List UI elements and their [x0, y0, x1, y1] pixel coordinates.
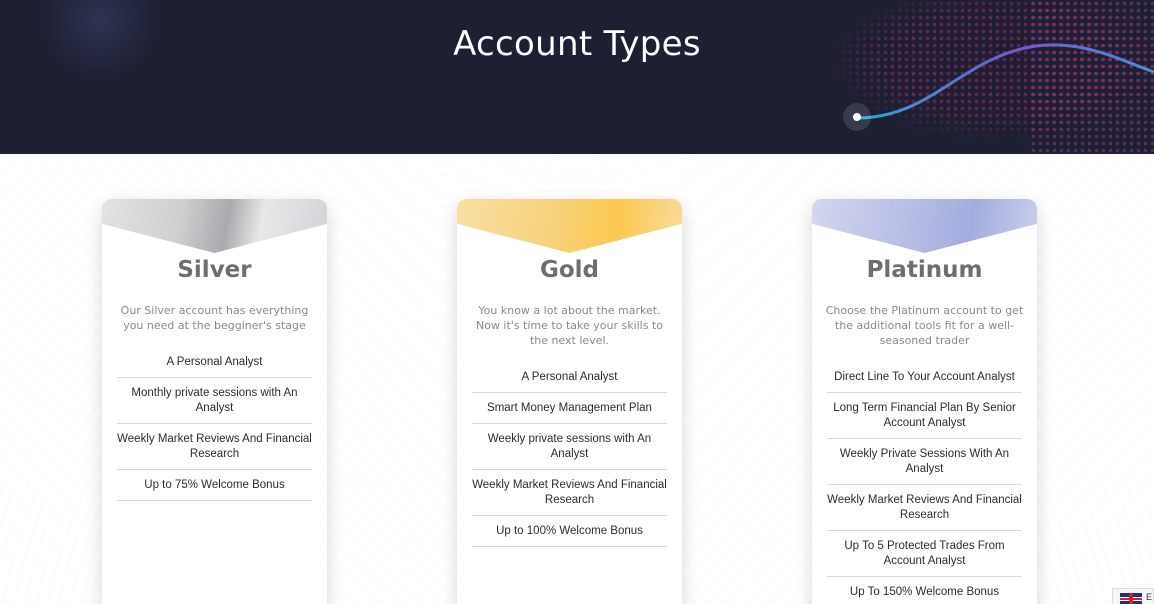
card-title: Platinum	[866, 257, 983, 283]
feature-item: Smart Money Management Plan	[472, 393, 667, 424]
language-selector[interactable]: E	[1112, 588, 1154, 604]
platinum-account-card: Platinum Choose the Platinum account to …	[812, 199, 1037, 604]
feature-item: Up to 100% Welcome Bonus	[472, 516, 667, 547]
card-description: Our Silver account has everything you ne…	[120, 304, 309, 332]
language-code: E	[1146, 592, 1153, 602]
card-description: You know a lot about the market. Now it'…	[475, 304, 664, 347]
feature-item: Monthly private sessions with An Analyst	[117, 378, 312, 424]
feature-list: A Personal Analyst Smart Money Managemen…	[472, 362, 667, 547]
feature-list: Direct Line To Your Account Analyst Long…	[827, 362, 1022, 604]
card-title: Gold	[539, 257, 600, 283]
gold-account-card: Gold You know a lot about the market. No…	[457, 199, 682, 604]
feature-item: Up To 150% Welcome Bonus	[827, 577, 1022, 604]
feature-item: Weekly Market Reviews And Financial Rese…	[472, 470, 667, 516]
feature-item: Weekly Market Reviews And Financial Rese…	[827, 485, 1022, 531]
feature-item: Direct Line To Your Account Analyst	[827, 362, 1022, 393]
uk-flag-icon-stripe	[1120, 598, 1142, 600]
feature-item: Weekly Market Reviews And Financial Rese…	[117, 424, 312, 470]
feature-list: A Personal Analyst Monthly private sessi…	[117, 347, 312, 501]
card-description: Choose the Platinum account to get the a…	[825, 304, 1024, 347]
gold-ribbon	[457, 199, 682, 253]
feature-item: Up to 75% Welcome Bonus	[117, 470, 312, 501]
platinum-ribbon	[812, 199, 1037, 253]
card-title: Silver	[177, 257, 252, 283]
silver-account-card: Silver Our Silver account has everything…	[102, 199, 327, 604]
feature-item: Weekly private sessions with An Analyst	[472, 424, 667, 470]
page-title: Account Types	[453, 24, 701, 64]
feature-item: A Personal Analyst	[472, 362, 667, 393]
feature-item: A Personal Analyst	[117, 347, 312, 378]
silver-ribbon	[102, 199, 327, 253]
feature-item: Up To 5 Protected Trades From Account An…	[827, 531, 1022, 577]
feature-item: Weekly Private Sessions With An Analyst	[827, 439, 1022, 485]
page-header: Account Types	[0, 0, 1154, 154]
feature-item: Long Term Financial Plan By Senior Accou…	[827, 393, 1022, 439]
